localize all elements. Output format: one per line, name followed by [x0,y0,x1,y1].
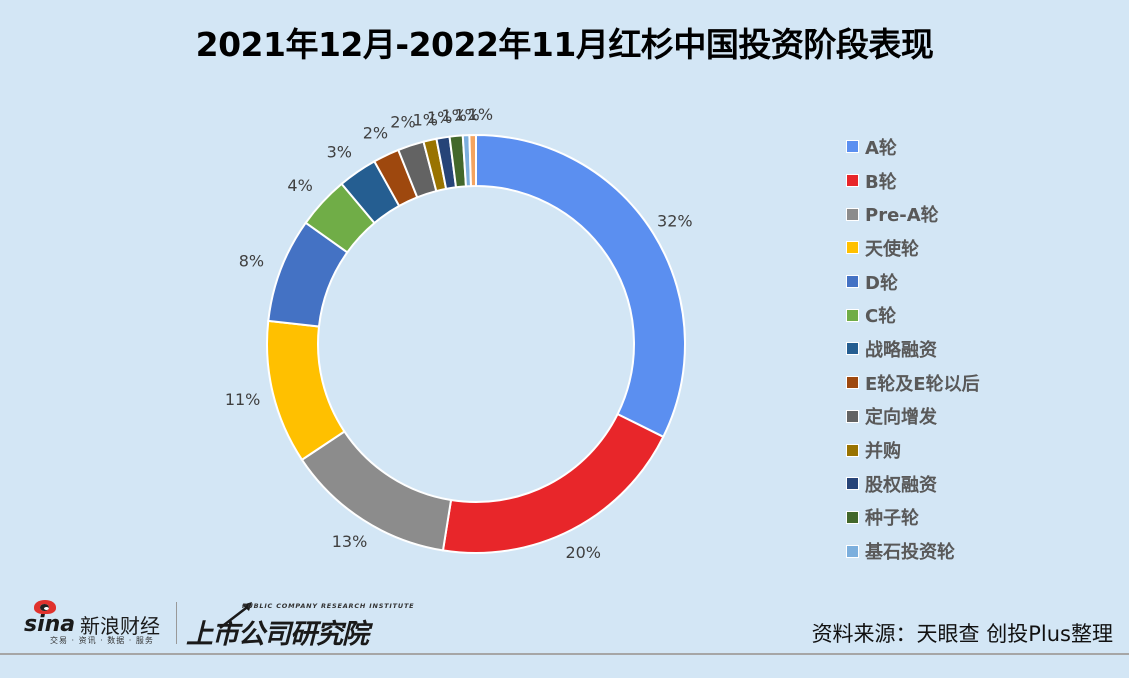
legend-label: 天使轮 [865,238,919,260]
legend-swatch [846,308,859,322]
legend-label: Pre-A轮 [865,205,939,227]
legend-label: B轮 [865,171,897,193]
slice-data-label: 2% [363,124,388,143]
legend-item: B轮 [846,164,980,198]
donut-slices [266,133,686,554]
donut-slice [266,319,346,462]
legend-label: A轮 [865,137,897,159]
slice-data-label: 4% [287,176,312,195]
legend-swatch [846,477,859,491]
institute-logo-en: PUBLIC COMPANY RESEARCH INSTITUTE [242,602,415,610]
legend-item: 定向增发 [846,400,980,434]
legend-swatch [846,174,859,188]
legend-item: E轮及E轮以后 [846,366,980,400]
legend-label: 种子轮 [865,508,919,530]
legend-item: A轮 [846,130,980,164]
legend-swatch [846,207,859,221]
legend-swatch [846,241,859,255]
legend-label: D轮 [865,272,898,294]
legend-swatch [846,510,859,524]
slice-data-label: 20% [565,543,601,562]
legend-label: E轮及E轮以后 [865,373,980,395]
source-note: 资料来源：天眼查 创投Plus整理 [811,622,1113,646]
legend-label: 基石投资轮 [865,542,955,564]
legend-item: D轮 [846,265,980,299]
legend-item: Pre-A轮 [846,197,980,231]
legend-swatch [846,376,859,390]
institute-logo-cn: 上市公司研究院 [186,619,369,650]
slice-data-label: 13% [332,532,368,551]
sina-finance-logo: sina 新浪财经 交易 · 资讯 · 数据 · 服务 [24,600,174,645]
footer-divider [0,653,1129,655]
legend-item: 并购 [846,433,980,467]
slice-data-label: 8% [239,251,264,270]
legend-label: 定向增发 [865,407,937,429]
slice-data-label: 1% [468,105,493,124]
chart-legend: A轮 B轮 Pre-A轮 天使轮 D轮 C轮战略融资 E轮及E轮以后 定向增发并购股权融资种子… [846,130,980,568]
legend-item: 战略融资 [846,332,980,366]
legend-swatch [846,342,859,356]
legend-swatch [846,409,859,423]
sina-logo-word: sina [24,612,76,637]
legend-item: 天使轮 [846,231,980,265]
donut-slice [475,133,686,439]
legend-label: 战略融资 [865,339,937,361]
legend-label: 股权融资 [865,474,937,496]
donut-slice [468,133,477,188]
logo-divider [176,602,177,644]
donut-slice [300,430,453,552]
slice-data-label: 11% [225,390,261,409]
legend-swatch [846,544,859,558]
slice-data-label: 3% [327,142,352,161]
legend-item: 股权融资 [846,467,980,501]
legend-swatch [846,443,859,457]
donut-slice [441,412,665,554]
legend-label: C轮 [865,306,897,328]
slice-data-label: 32% [657,212,693,231]
institute-logo: PUBLIC COMPANY RESEARCH INSTITUTE 上市公司研究… [186,600,414,650]
legend-label: 并购 [865,441,901,463]
legend-item: 基石投资轮 [846,534,980,568]
legend-swatch [846,275,859,289]
legend-swatch [846,140,859,154]
legend-item: C轮 [846,298,980,332]
sina-logo-sub: 交易 · 资讯 · 数据 · 服务 [50,636,154,645]
legend-item: 种子轮 [846,501,980,535]
